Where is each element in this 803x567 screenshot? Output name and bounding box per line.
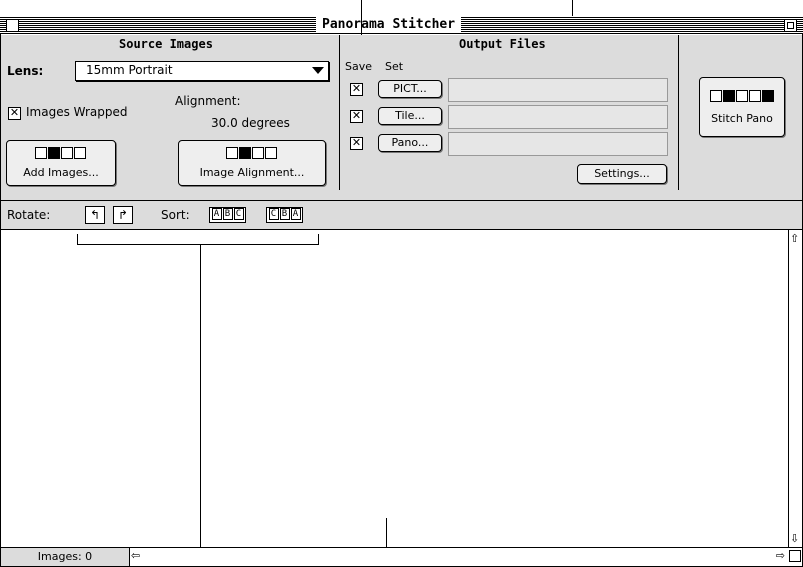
add-images-icon	[7, 147, 115, 163]
scroll-left-arrow-icon[interactable]: ⇦	[131, 549, 140, 562]
alignment-label: Alignment:	[175, 94, 241, 108]
pict-button[interactable]: PICT...	[378, 80, 442, 98]
lens-value: 15mm Portrait	[86, 63, 173, 77]
source-images-title: Source Images	[119, 37, 213, 51]
stitch-pano-label: Stitch Pano	[711, 112, 773, 125]
section-divider-left	[339, 35, 340, 190]
save-pict-checkbox[interactable]: ✕	[350, 83, 363, 96]
output-files-title: Output Files	[459, 37, 546, 51]
pano-path-field	[448, 132, 668, 156]
window-title: Panorama Stitcher	[316, 17, 462, 33]
image-alignment-label: Image Alignment...	[199, 166, 305, 179]
scroll-right-arrow-icon[interactable]: ⇨	[776, 549, 785, 562]
vertical-scrollbar[interactable]: ⇧ ⇩	[788, 230, 802, 547]
chevron-down-icon	[312, 67, 324, 74]
lens-label: Lens:	[7, 64, 44, 78]
scroll-down-arrow-icon[interactable]: ⇩	[790, 532, 799, 545]
settings-button[interactable]: Settings...	[577, 164, 667, 184]
image-alignment-icon	[179, 147, 325, 163]
lens-popup[interactable]: 15mm Portrait	[75, 61, 329, 81]
rotate-label: Rotate:	[7, 208, 51, 222]
image-list-area[interactable]	[1, 230, 788, 547]
sort-cba-c: C	[268, 208, 279, 220]
close-box[interactable]	[6, 19, 19, 32]
sort-abc-a: A	[211, 208, 222, 220]
sort-cba-b: B	[279, 208, 290, 220]
callout-bracket-horizontal	[77, 244, 319, 245]
zoom-box[interactable]	[784, 19, 797, 32]
pict-path-field	[448, 78, 668, 102]
alignment-value: 30.0 degrees	[211, 116, 290, 130]
stitch-pano-icon	[700, 90, 784, 106]
images-wrapped-label: Images Wrapped	[26, 105, 128, 119]
images-count-label: Images: 0	[1, 548, 130, 566]
rotate-left-button[interactable]: ↰	[85, 206, 105, 224]
section-divider-right	[678, 35, 679, 190]
sort-label: Sort:	[161, 208, 190, 222]
sort-abc-button[interactable]: ABC	[209, 207, 246, 223]
scroll-up-arrow-icon[interactable]: ⇧	[790, 232, 799, 245]
sort-cba-a: A	[290, 208, 301, 220]
tile-button[interactable]: Tile...	[378, 107, 442, 125]
add-images-label: Add Images...	[23, 166, 99, 179]
resize-grip-icon[interactable]	[789, 550, 801, 562]
save-pano-checkbox[interactable]: ✕	[350, 137, 363, 150]
toolbar: Rotate: ↰ ↱ Sort: ABC CBA	[1, 201, 802, 230]
stitch-pano-button[interactable]: Stitch Pano	[699, 77, 785, 137]
tile-path-field	[448, 105, 668, 129]
pano-button[interactable]: Pano...	[378, 134, 442, 152]
add-images-button[interactable]: Add Images...	[6, 140, 116, 186]
callout-line-toolbar	[200, 244, 201, 567]
callout-bracket-right	[318, 234, 319, 245]
rotate-right-icon: ↱	[117, 208, 129, 222]
settings-panel: Source Images Lens: 15mm Portrait ✕ Imag…	[1, 35, 802, 201]
save-header: Save	[345, 60, 373, 73]
images-wrapped-checkbox[interactable]: ✕	[8, 107, 21, 120]
set-header: Set	[385, 60, 404, 73]
sort-abc-c: C	[233, 208, 244, 220]
status-bar: Images: 0 ⇦ ⇨	[1, 547, 802, 566]
callout-bracket-left	[77, 234, 78, 245]
image-alignment-button[interactable]: Image Alignment...	[178, 140, 326, 186]
rotate-right-button[interactable]: ↱	[113, 206, 133, 224]
rotate-left-icon: ↰	[89, 208, 101, 222]
sort-abc-b: B	[222, 208, 233, 220]
save-tile-checkbox[interactable]: ✕	[350, 110, 363, 123]
sort-cba-button[interactable]: CBA	[266, 207, 303, 223]
